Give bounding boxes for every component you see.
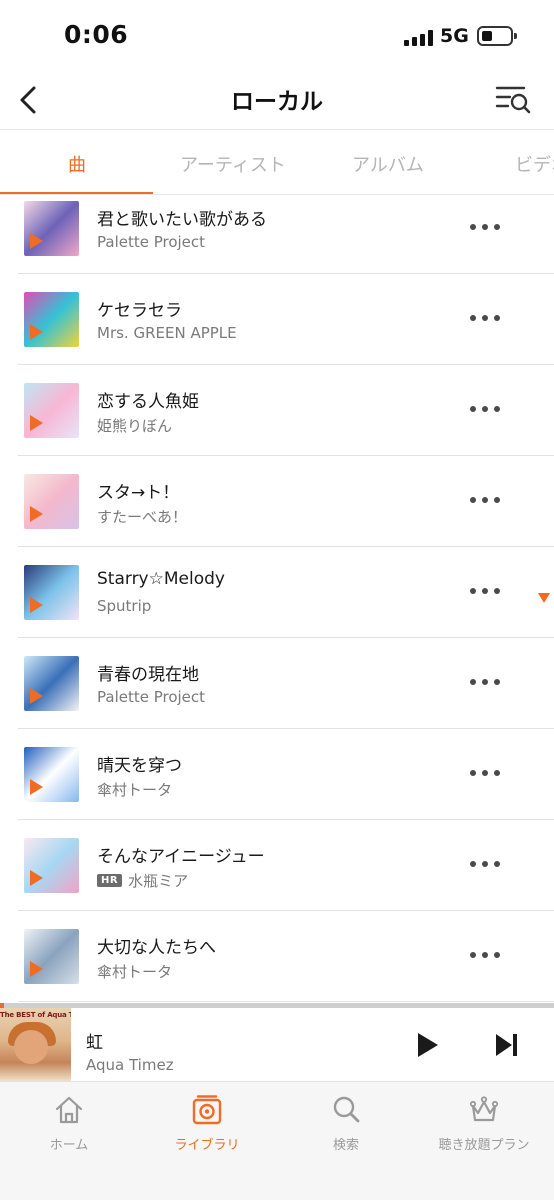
nav-library-label: ライブラリ (174, 1138, 240, 1153)
more-options-icon[interactable] (470, 217, 500, 237)
now-playing-art[interactable]: The BEST of Aqua Timez (0, 1008, 71, 1081)
song-row[interactable]: 晴天を穿つ 傘村トータ (18, 729, 554, 820)
tab-artists[interactable]: アーティスト (180, 151, 286, 177)
song-row[interactable]: Starry☆Melody Sputrip (18, 547, 554, 638)
song-row[interactable]: 大切な人たちへ 傘村トータ (18, 911, 554, 1002)
hr-badge: HR (97, 874, 123, 887)
song-title: 晴天を穿つ (97, 756, 182, 776)
song-artist: Palette Project (97, 233, 206, 251)
song-title: 大切な人たちへ (97, 938, 216, 958)
page-title: ローカル (231, 89, 323, 115)
nav-library[interactable]: ライブラリ (138, 1094, 276, 1153)
filter-search-icon (495, 86, 531, 114)
song-artist: 傘村トータ (97, 781, 173, 799)
active-tab-indicator (0, 192, 153, 194)
song-title: スタ→ト！ (97, 483, 180, 503)
play-icon (30, 324, 43, 340)
more-options-icon[interactable] (470, 945, 500, 965)
play-icon (30, 688, 43, 704)
album-art[interactable] (24, 838, 79, 893)
song-artist: 傘村トータ (97, 963, 173, 981)
song-list[interactable]: 君と歌いたい歌がある Palette Project ケセラセラ Mrs. GR… (0, 196, 554, 1004)
nav-home-label: ホーム (49, 1138, 89, 1153)
song-row[interactable]: 恋する人魚姫 姫熊りぼん (18, 365, 554, 456)
play-icon (30, 870, 43, 886)
song-artist: Palette Project (97, 688, 206, 706)
status-time: 0:06 (64, 20, 129, 49)
play-button[interactable] (418, 1033, 438, 1057)
song-title: そんなアイニージュー (97, 847, 265, 867)
album-art[interactable] (24, 656, 79, 711)
tab-videos[interactable]: ビデオ (515, 151, 554, 177)
nav-search-label: 検索 (332, 1138, 359, 1153)
song-row[interactable]: 青春の現在地 Palette Project (18, 638, 554, 729)
album-art[interactable] (24, 201, 79, 256)
song-row[interactable]: スタ→ト！ すたーべあ！ (18, 456, 554, 547)
album-art[interactable] (24, 747, 79, 802)
song-title: 恋する人魚姫 (97, 392, 199, 412)
song-row[interactable]: ケセラセラ Mrs. GREEN APPLE (18, 274, 554, 365)
more-options-icon[interactable] (470, 490, 500, 510)
tab-albums[interactable]: アルバム (352, 151, 424, 177)
album-art[interactable] (24, 292, 79, 347)
more-options-icon[interactable] (470, 763, 500, 783)
nav-plan[interactable]: 聴き放題プラン (415, 1094, 553, 1153)
library-tabs: 曲 アーティスト アルバム ビデオ (0, 131, 554, 195)
now-playing-title: 虹 (86, 1033, 103, 1053)
play-icon (30, 506, 43, 522)
album-art[interactable] (24, 929, 79, 984)
bottom-nav: ホーム ライブラリ 検索 聴き放題プラン (0, 1081, 554, 1200)
tab-songs[interactable]: 曲 (68, 151, 86, 177)
nav-search[interactable]: 検索 (277, 1094, 415, 1153)
song-artist: HR 水瓶ミア (97, 870, 188, 891)
library-icon (192, 1095, 222, 1125)
play-icon (30, 961, 43, 977)
more-options-icon[interactable] (470, 854, 500, 874)
more-options-icon[interactable] (470, 672, 500, 692)
signal-icon (404, 30, 434, 46)
play-icon (30, 415, 43, 431)
album-art[interactable] (24, 565, 79, 620)
song-title: 君と歌いたい歌がある (97, 210, 267, 230)
crown-icon (469, 1096, 499, 1122)
nav-header: ローカル (0, 72, 554, 130)
song-artist: すたーべあ！ (97, 508, 188, 526)
song-row[interactable]: そんなアイニージュー HR 水瓶ミア (18, 820, 554, 911)
song-row[interactable]: 君と歌いたい歌がある Palette Project (18, 196, 554, 274)
play-icon (30, 779, 43, 795)
album-art[interactable] (24, 383, 79, 438)
next-track-button[interactable] (496, 1034, 520, 1056)
song-title: Starry☆Melody (97, 569, 225, 589)
art-title-text: The BEST of Aqua Timez (0, 1011, 71, 1019)
nav-home[interactable]: ホーム (0, 1094, 138, 1153)
scroll-indicator-icon[interactable] (538, 593, 550, 603)
more-options-icon[interactable] (470, 308, 500, 328)
song-title: ケセラセラ (97, 301, 182, 321)
nav-plan-label: 聴き放題プラン (438, 1138, 530, 1153)
song-artist: 姫熊りぼん (97, 417, 173, 435)
song-artist: Mrs. GREEN APPLE (97, 324, 237, 342)
play-icon (30, 233, 43, 249)
filter-search-button[interactable] (494, 82, 534, 118)
song-artist: Sputrip (97, 597, 152, 615)
now-playing-artist: Aqua Timez (86, 1056, 174, 1074)
more-options-icon[interactable] (470, 399, 500, 419)
status-bar: 0:06 5G (0, 0, 554, 72)
album-art[interactable] (24, 474, 79, 529)
battery-icon (477, 26, 517, 46)
play-icon (30, 597, 43, 613)
mini-player[interactable]: The BEST of Aqua Timez 虹 Aqua Timez (0, 1003, 554, 1081)
search-icon (333, 1096, 360, 1123)
more-options-icon[interactable] (470, 581, 500, 601)
song-title: 青春の現在地 (97, 665, 199, 685)
network-type: 5G (440, 25, 469, 47)
home-icon (55, 1096, 83, 1124)
